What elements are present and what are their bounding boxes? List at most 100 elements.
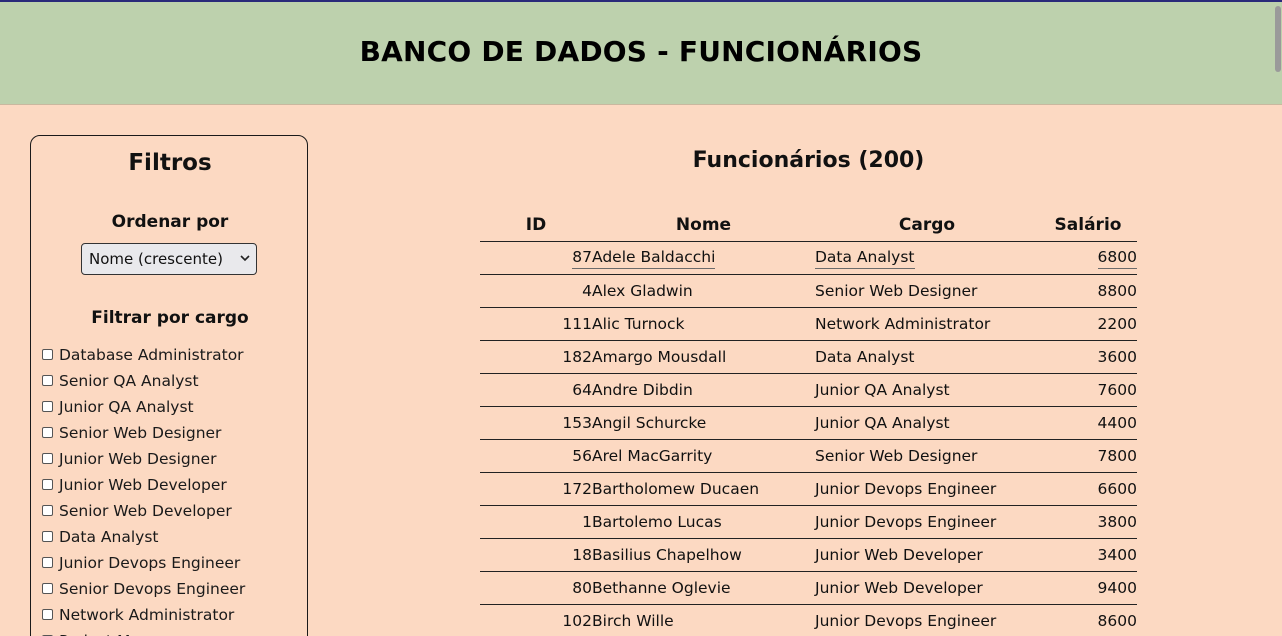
cell-id: 4 <box>480 274 592 308</box>
cargo-checkbox-label[interactable]: Senior Devops Engineer <box>59 580 245 598</box>
table-row: 87 Adele Baldacchi Data Analyst 6800 <box>480 241 1137 275</box>
cell-salario: 6600 <box>1039 472 1137 506</box>
cell-nome: Adele Baldacchi <box>592 241 815 275</box>
cargo-filter-item[interactable]: Junior QA Analyst <box>42 394 245 420</box>
cargo-checkbox[interactable] <box>42 348 53 360</box>
cell-id-text: 102 <box>562 612 592 630</box>
cargo-checkbox-label[interactable]: Junior Devops Engineer <box>59 554 240 572</box>
cell-cargo: Junior Web Developer <box>815 538 1039 572</box>
cell-salario-text: 8800 <box>1097 282 1137 300</box>
cargo-filter-item[interactable]: Senior Web Developer <box>42 498 245 524</box>
cell-cargo: Junior Web Developer <box>815 571 1039 605</box>
cell-id: 172 <box>480 472 592 506</box>
cell-id: 153 <box>480 406 592 440</box>
cell-salario: 7600 <box>1039 373 1137 407</box>
cell-nome-text: Adele Baldacchi <box>592 248 716 269</box>
cell-salario-text: 6600 <box>1097 480 1137 498</box>
cargo-checkbox[interactable] <box>42 582 53 594</box>
cell-cargo-text: Network Administrator <box>815 315 991 333</box>
cargo-filter-item[interactable]: Junior Web Developer <box>42 472 245 498</box>
cargo-checkbox-label[interactable]: Senior QA Analyst <box>59 372 199 390</box>
cargo-checkbox-label[interactable]: Junior QA Analyst <box>59 398 194 416</box>
cell-id-text: 56 <box>572 447 592 465</box>
cargo-checkbox-label[interactable]: Senior Web Developer <box>59 502 232 520</box>
column-header-id[interactable]: ID <box>480 209 592 242</box>
cell-id-text: 111 <box>562 315 592 333</box>
cargo-checkbox-label[interactable]: Junior Web Developer <box>59 476 227 494</box>
cell-nome-text: Amargo Mousdall <box>592 348 727 366</box>
column-header-salario[interactable]: Salário <box>1039 209 1137 242</box>
cargo-checkbox[interactable] <box>42 452 53 464</box>
cargo-checkbox[interactable] <box>42 400 53 412</box>
cargo-checkbox[interactable] <box>42 530 53 542</box>
table-row: 153 Angil Schurcke Junior QA Analyst 4400 <box>480 406 1137 440</box>
cargo-filter-list: Database Administrator Senior QA Analyst J… <box>42 342 245 636</box>
cell-cargo-text: Junior QA Analyst <box>815 381 950 399</box>
filters-panel: Filtros Ordenar por Nome (crescente) Fil… <box>30 135 308 636</box>
cell-salario-text: 2200 <box>1097 315 1137 333</box>
scrollbar-thumb[interactable] <box>1275 6 1281 72</box>
sort-select[interactable]: Nome (crescente) <box>81 243 257 275</box>
cell-id-text: 18 <box>572 546 592 564</box>
table-row: 182 Amargo Mousdall Data Analyst 3600 <box>480 340 1137 374</box>
cell-id: 102 <box>480 604 592 636</box>
cargo-checkbox[interactable] <box>42 478 53 490</box>
cargo-checkbox[interactable] <box>42 504 53 516</box>
cell-salario: 2200 <box>1039 307 1137 341</box>
cargo-filter-label: Filtrar por cargo <box>91 308 249 328</box>
column-header-nome[interactable]: Nome <box>592 209 815 242</box>
cell-nome-text: Andre Dibdin <box>592 381 693 399</box>
cell-nome-text: Bartolemo Lucas <box>592 513 722 531</box>
table-row: 102 Birch Wille Junior Devops Engineer 8600 <box>480 604 1137 636</box>
cell-salario-text: 4400 <box>1097 414 1137 432</box>
cargo-filter-item[interactable]: Senior Web Designer <box>42 420 245 446</box>
cell-id: 18 <box>480 538 592 572</box>
cell-cargo-text: Junior Web Developer <box>815 579 983 597</box>
cargo-checkbox[interactable] <box>42 426 53 438</box>
cell-salario: 7800 <box>1039 439 1137 473</box>
cargo-filter-item[interactable]: Senior QA Analyst <box>42 368 245 394</box>
cargo-filter-item[interactable]: Junior Web Designer <box>42 446 245 472</box>
cell-id: 56 <box>480 439 592 473</box>
cargo-checkbox[interactable] <box>42 374 53 386</box>
cell-cargo: Senior Web Designer <box>815 274 1039 308</box>
cell-id: 87 <box>480 241 592 275</box>
cell-id-text: 1 <box>582 513 592 531</box>
cell-nome-text: Bartholomew Ducaen <box>592 480 760 498</box>
cell-cargo: Junior Devops Engineer <box>815 505 1039 539</box>
cell-nome: Andre Dibdin <box>592 373 815 407</box>
table-row: 1 Bartolemo Lucas Junior Devops Engineer 38… <box>480 505 1137 539</box>
cargo-checkbox-label[interactable]: Data Analyst <box>59 528 159 546</box>
column-header-cargo[interactable]: Cargo <box>815 209 1039 242</box>
cargo-filter-item[interactable]: Data Analyst <box>42 524 245 550</box>
cargo-checkbox[interactable] <box>42 556 53 568</box>
cell-nome-text: Bethanne Oglevie <box>592 579 731 597</box>
cargo-filter-item[interactable]: Junior Devops Engineer <box>42 550 245 576</box>
cargo-filter-item[interactable]: Network Administrator <box>42 602 245 628</box>
cell-salario-text: 7600 <box>1097 381 1137 399</box>
cell-nome: Amargo Mousdall <box>592 340 815 374</box>
cargo-filter-item[interactable]: Senior Devops Engineer <box>42 576 245 602</box>
cargo-filter-item[interactable]: Database Administrator <box>42 342 245 368</box>
cargo-checkbox-label[interactable]: Network Administrator <box>59 606 234 624</box>
cell-cargo-text: Junior Devops Engineer <box>815 480 997 498</box>
cell-cargo-text: Junior Devops Engineer <box>815 612 997 630</box>
cargo-checkbox-label[interactable]: Project Manager <box>59 632 185 636</box>
cargo-checkbox-label[interactable]: Junior Web Designer <box>59 450 216 468</box>
cell-id-text: 87 <box>572 248 592 269</box>
table-row: 56 Arel MacGarrity Senior Web Designer 7800 <box>480 439 1137 473</box>
filters-title: Filtros <box>128 150 212 176</box>
cell-salario-text: 3600 <box>1097 348 1137 366</box>
scrollbar[interactable] <box>1274 2 1282 636</box>
table-header-row: ID Nome Cargo Salário <box>480 209 1137 242</box>
cell-salario-text: 6800 <box>1097 248 1137 269</box>
cell-id-text: 153 <box>562 414 592 432</box>
cargo-checkbox-label[interactable]: Database Administrator <box>59 346 244 364</box>
cargo-checkbox-label[interactable]: Senior Web Designer <box>59 424 221 442</box>
sort-select-value: Nome (crescente) <box>89 250 223 268</box>
cell-id-text: 4 <box>582 282 592 300</box>
table-row: 18 Basilius Chapelhow Junior Web Developer… <box>480 538 1137 572</box>
cargo-checkbox[interactable] <box>42 608 53 620</box>
cargo-filter-item[interactable]: Project Manager <box>42 628 245 636</box>
cell-id: 80 <box>480 571 592 605</box>
